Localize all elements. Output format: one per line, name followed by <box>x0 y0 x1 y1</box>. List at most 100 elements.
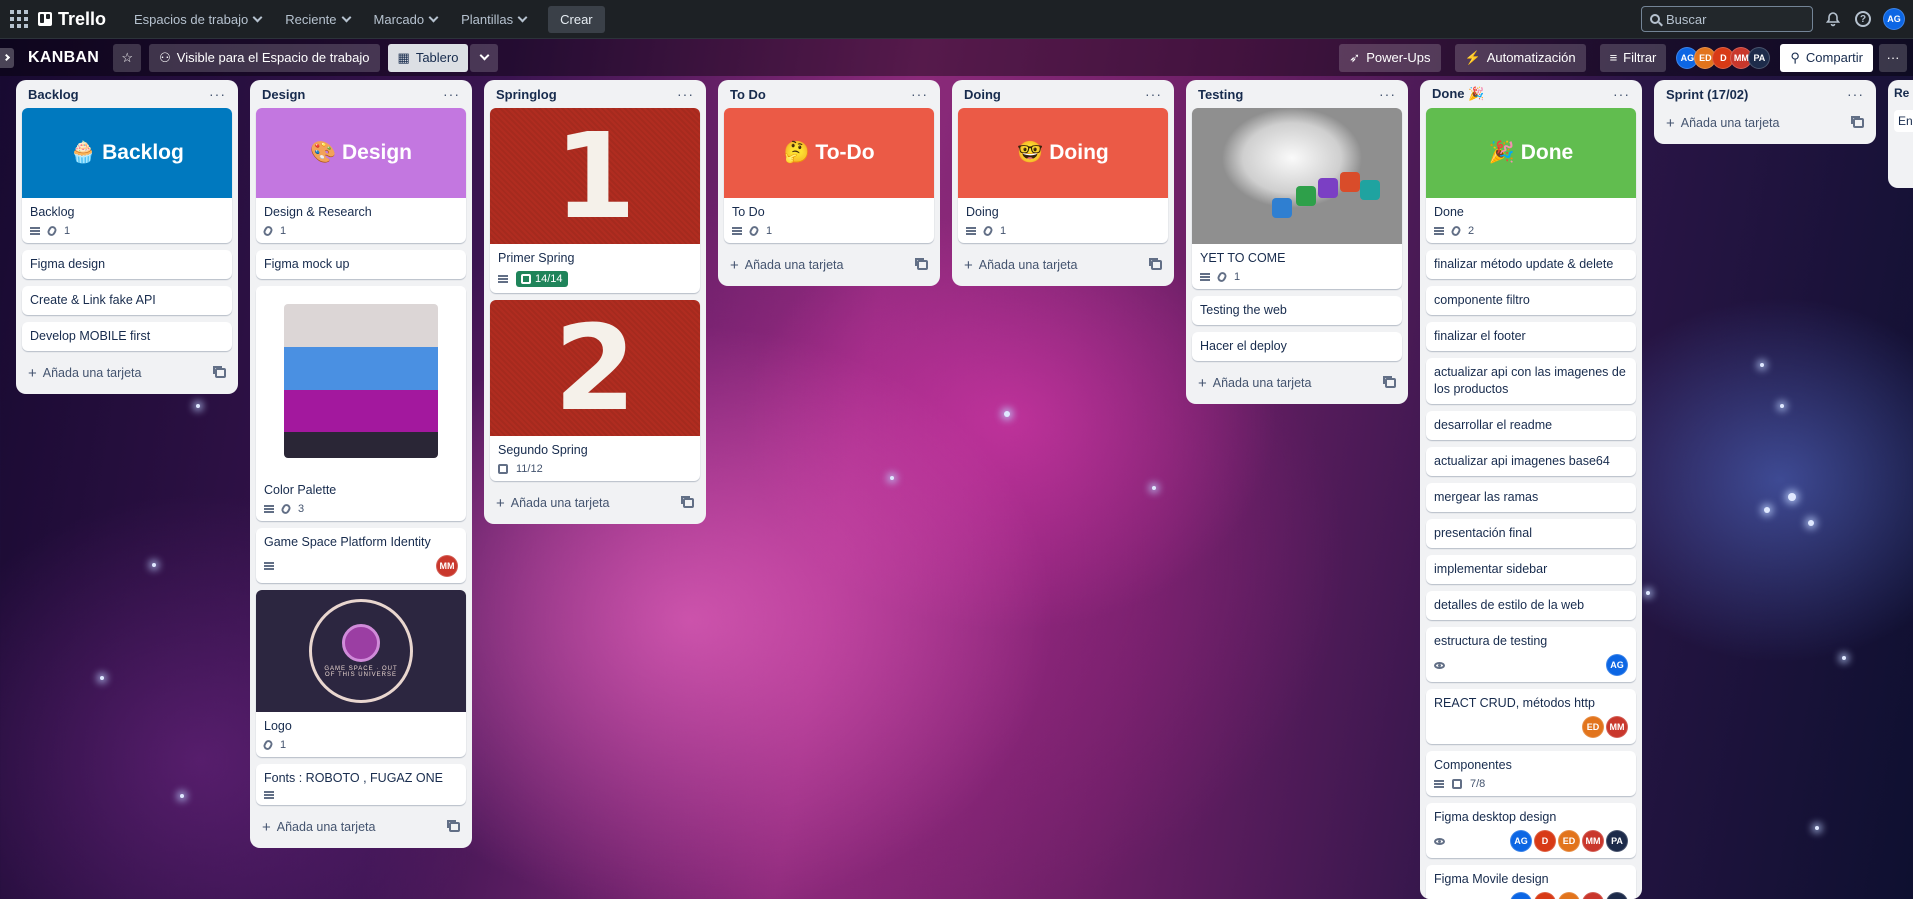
list-menu-icon[interactable]: ··· <box>1145 86 1162 102</box>
add-card-button[interactable]: + Añada una tarjeta <box>958 250 1168 280</box>
list-card[interactable]: actualizar api imagenes base64 <box>1426 447 1636 476</box>
list-partial[interactable]: Re Enl <box>1888 80 1913 188</box>
list-card[interactable]: Hacer el deploy <box>1192 332 1402 361</box>
list-header[interactable]: Design ··· <box>256 80 466 108</box>
list-card[interactable]: 2 Segundo Spring 11/12 <box>490 300 700 481</box>
member-avatar[interactable]: PA <box>1606 892 1628 899</box>
powerups-button[interactable]: ➶ Power-Ups <box>1339 43 1441 72</box>
member-avatar[interactable]: D <box>1534 830 1556 852</box>
help-button[interactable]: ? <box>1853 9 1873 29</box>
board-menu-button[interactable]: ··· <box>1879 43 1907 72</box>
list-card[interactable]: Figma Movile design AG D ED MM PA <box>1426 865 1636 899</box>
list-menu-icon[interactable]: ··· <box>1379 86 1396 102</box>
template-icon[interactable] <box>447 820 460 832</box>
list-menu-icon[interactable]: ··· <box>443 86 460 102</box>
list-header[interactable]: To Do ··· <box>724 80 934 108</box>
list-header[interactable]: Backlog ··· <box>22 80 232 108</box>
member-avatar[interactable]: MM <box>1582 830 1604 852</box>
list-title[interactable]: Testing <box>1198 87 1243 102</box>
list-card[interactable]: Game Space Platform Identity MM <box>256 528 466 583</box>
add-card-button[interactable]: + Añada una tarjeta <box>1192 368 1402 398</box>
list-card[interactable]: REACT CRUD, métodos http ED MM <box>1426 689 1636 744</box>
apps-grid-icon[interactable] <box>8 8 30 30</box>
view-switcher-button[interactable] <box>470 43 499 72</box>
list-card[interactable]: Figma desktop design AG D ED MM PA <box>1426 803 1636 858</box>
sidebar-toggle[interactable] <box>0 47 14 68</box>
list-menu-icon[interactable]: ··· <box>911 86 928 102</box>
list-card[interactable]: detalles de estilo de la web <box>1426 591 1636 620</box>
list-menu-icon[interactable]: ··· <box>1613 86 1630 102</box>
template-icon[interactable] <box>1851 116 1864 128</box>
list-title[interactable]: Design <box>262 87 305 102</box>
list-menu-icon[interactable]: ··· <box>209 86 226 102</box>
list-card[interactable]: actualizar api con las imagenes de los p… <box>1426 358 1636 404</box>
list-header[interactable]: Sprint (17/02) ··· <box>1660 80 1870 108</box>
member-avatar[interactable]: ED <box>1558 830 1580 852</box>
member-avatar[interactable]: AG <box>1510 892 1532 899</box>
visibility-button[interactable]: ⚇ Visible para el Espacio de trabajo <box>149 43 380 72</box>
list-title[interactable]: Sprint (17/02) <box>1666 87 1748 102</box>
template-icon[interactable] <box>1149 258 1162 270</box>
list-card[interactable]: mergear las ramas <box>1426 483 1636 512</box>
share-button[interactable]: ⚲ Compartir <box>1780 43 1873 72</box>
user-avatar[interactable]: AG <box>1883 8 1905 30</box>
add-card-button[interactable]: + Añada una tarjeta <box>1660 108 1870 138</box>
filter-button[interactable]: ≡ Filtrar <box>1599 43 1667 72</box>
list-card[interactable]: finalizar método update & delete <box>1426 250 1636 279</box>
automation-button[interactable]: ⚡ Automatización <box>1454 43 1586 72</box>
add-card-button[interactable]: + Añada una tarjeta <box>22 358 232 388</box>
list-card[interactable]: GAME SPACE · OUT OF THIS UNIVERSE Logo 1 <box>256 590 466 757</box>
list-card[interactable]: 🤓 Doing Doing 1 <box>958 108 1168 243</box>
member-avatar[interactable]: ED <box>1582 716 1604 738</box>
list-card[interactable]: Create & Link fake API <box>22 286 232 315</box>
list-title[interactable]: Doing <box>964 87 1001 102</box>
list-menu-icon[interactable]: ··· <box>1847 86 1864 102</box>
member-avatar[interactable]: D <box>1534 892 1556 899</box>
template-icon[interactable] <box>681 496 694 508</box>
member-avatar[interactable]: AG <box>1510 830 1532 852</box>
list-card[interactable]: Figma mock up <box>256 250 466 279</box>
list-card[interactable]: implementar sidebar <box>1426 555 1636 584</box>
member-avatar[interactable]: AG <box>1606 654 1628 676</box>
list-card[interactable]: finalizar el footer <box>1426 322 1636 351</box>
list-card[interactable]: Testing the web <box>1192 296 1402 325</box>
list-title[interactable]: Re <box>1894 86 1913 100</box>
create-button[interactable]: Crear <box>548 5 605 33</box>
add-card-button[interactable]: + Añada una tarjeta <box>724 250 934 280</box>
board-view-button[interactable]: ▦ Tablero <box>387 43 469 72</box>
list-card[interactable]: 🎉 Done Done 2 <box>1426 108 1636 243</box>
star-button[interactable]: ☆ <box>113 43 142 72</box>
list-card[interactable]: YET TO COME 1 <box>1192 108 1402 289</box>
list-card[interactable]: 🧁 Backlog Backlog 1 <box>22 108 232 243</box>
member-avatar[interactable]: PA <box>1606 830 1628 852</box>
list-card[interactable]: desarrollar el readme <box>1426 411 1636 440</box>
member-avatar[interactable]: MM <box>436 555 458 577</box>
member-avatar[interactable]: ED <box>1558 892 1580 899</box>
menu-starred[interactable]: Marcado <box>364 6 448 33</box>
list-header[interactable]: Done 🎉 ··· <box>1426 80 1636 108</box>
template-icon[interactable] <box>1383 376 1396 388</box>
notifications-icon[interactable] <box>1823 9 1843 29</box>
add-card-button[interactable]: + Añada una tarjeta <box>256 812 466 842</box>
list-card[interactable]: Color Palette 3 <box>256 286 466 521</box>
board-title[interactable]: KANBAN <box>28 49 99 67</box>
list-header[interactable]: Doing ··· <box>958 80 1168 108</box>
list-card[interactable]: 🎨 Design Design & Research 1 <box>256 108 466 243</box>
list-card[interactable]: presentación final <box>1426 519 1636 548</box>
list-card[interactable]: estructura de testing AG <box>1426 627 1636 682</box>
menu-recent[interactable]: Reciente <box>275 6 359 33</box>
template-icon[interactable] <box>213 366 226 378</box>
list-card[interactable]: 1 Primer Spring 14/14 <box>490 108 700 293</box>
list-title[interactable]: To Do <box>730 87 766 102</box>
list-card[interactable]: Fonts : ROBOTO , FUGAZ ONE <box>256 764 466 805</box>
list-header[interactable]: Springlog ··· <box>490 80 700 108</box>
menu-templates[interactable]: Plantillas <box>451 6 536 33</box>
list-card[interactable]: 🤔 To-Do To Do 1 <box>724 108 934 243</box>
search-input[interactable]: Buscar <box>1641 6 1813 32</box>
list-card[interactable]: Componentes 7/8 <box>1426 751 1636 796</box>
card-title[interactable]: Enl <box>1894 110 1913 132</box>
template-icon[interactable] <box>915 258 928 270</box>
member-avatar[interactable]: MM <box>1582 892 1604 899</box>
trello-logo[interactable]: Trello <box>38 9 106 30</box>
add-card-button[interactable]: + Añada una tarjeta <box>490 488 700 518</box>
